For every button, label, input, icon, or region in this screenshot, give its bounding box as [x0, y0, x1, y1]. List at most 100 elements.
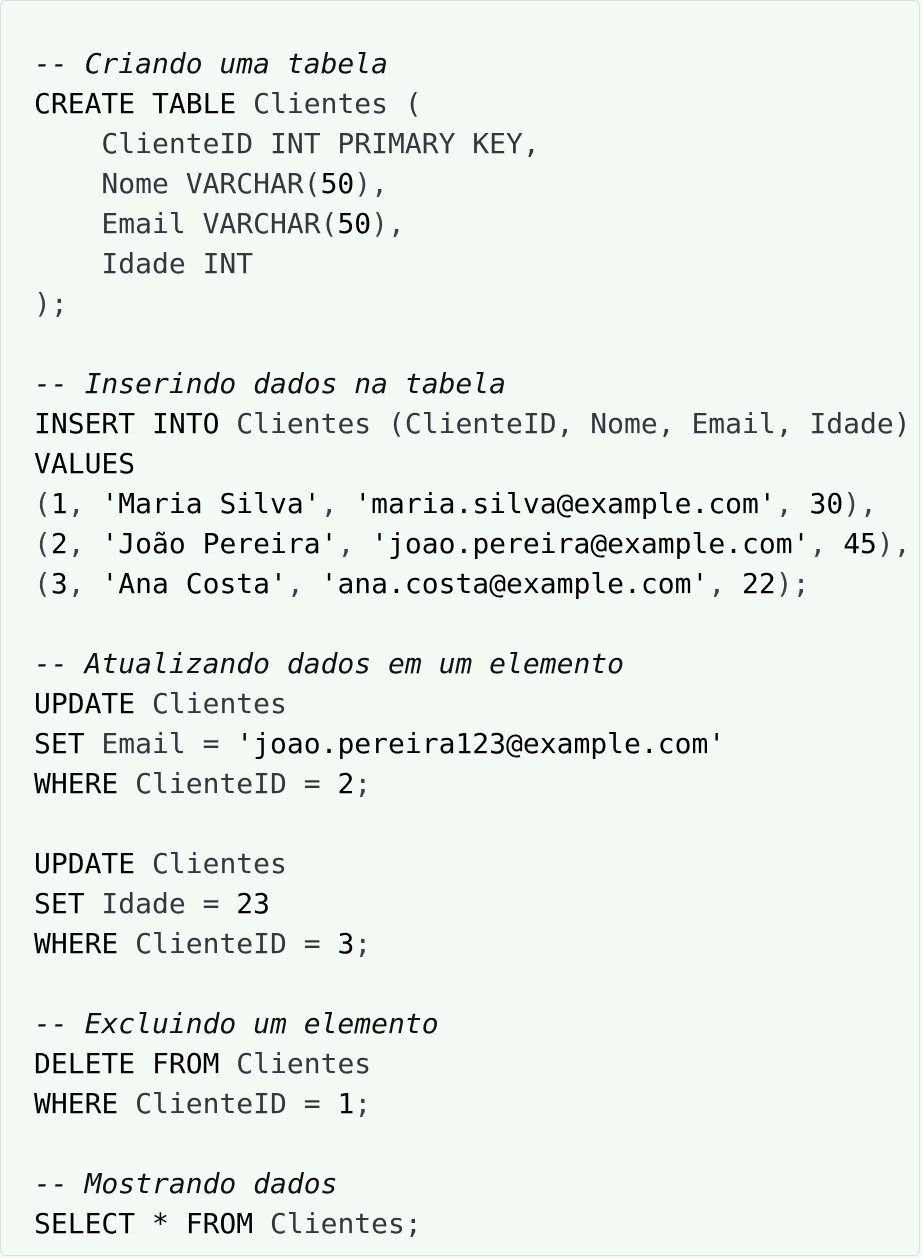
code-comment: -- Criando uma tabela	[34, 47, 389, 80]
code-token: WHERE	[34, 767, 119, 800]
code-line: WHERE ClienteID = 2;	[34, 764, 911, 804]
code-token: INSERT INTO	[34, 407, 220, 440]
code-line: Idade INT	[34, 244, 911, 284]
code-line: DELETE FROM Clientes	[34, 1044, 911, 1084]
code-token: DELETE FROM	[34, 1047, 220, 1080]
sql-code: -- Criando uma tabela CREATE TABLE Client…	[34, 44, 911, 1244]
code-token: Clientes;	[253, 1207, 422, 1240]
code-token: 23	[236, 887, 271, 920]
code-token: 'João Pereira'	[101, 527, 338, 560]
code-token: ClienteID INT PRIMARY KEY,	[34, 127, 540, 160]
code-token: Email =	[84, 727, 237, 760]
code-token: 50	[337, 207, 372, 240]
code-token: Clientes	[135, 847, 287, 880]
code-line: -- Criando uma tabela	[34, 44, 911, 84]
code-token: Clientes	[135, 687, 287, 720]
code-token: VALUES	[34, 447, 136, 480]
code-line: Nome VARCHAR(50),	[34, 164, 911, 204]
code-line: (3, 'Ana Costa', 'ana.costa@example.com'…	[34, 564, 911, 604]
code-line: (2, 'João Pereira', 'joao.pereira@exampl…	[34, 524, 911, 564]
code-token: ),	[371, 207, 405, 240]
code-line: CREATE TABLE Clientes (	[34, 84, 911, 124]
code-token: (	[34, 527, 51, 560]
code-line: INSERT INTO Clientes (ClienteID, Nome, E…	[34, 404, 911, 444]
code-token: UPDATE	[34, 687, 136, 720]
code-line: -- Inserindo dados na tabela	[34, 364, 911, 404]
code-token: ,	[708, 567, 743, 600]
code-token: UPDATE	[34, 847, 136, 880]
code-line: SET Idade = 23	[34, 884, 911, 924]
code-token: ),	[876, 527, 911, 560]
code-token: 'Maria Silva'	[101, 487, 321, 520]
code-token: 1	[337, 1087, 355, 1120]
code-token: ),	[843, 487, 877, 520]
code-line: );	[34, 284, 911, 324]
code-token: ,	[775, 487, 810, 520]
code-line: SELECT * FROM Clientes;	[34, 1204, 911, 1244]
code-token: Clientes (ClienteID, Nome, Email, Idade)	[219, 407, 911, 440]
code-token: 'ana.costa@example.com'	[320, 567, 709, 600]
code-block: -- Criando uma tabela CREATE TABLE Client…	[0, 0, 920, 1256]
code-token: ClienteID =	[118, 767, 338, 800]
code-token: SELECT * FROM	[34, 1207, 254, 1240]
code-line: -- Atualizando dados em um elemento	[34, 644, 911, 684]
code-token: Email VARCHAR(	[34, 207, 338, 240]
code-token: ,	[67, 487, 102, 520]
code-token: Clientes (	[236, 87, 422, 120]
code-token: ,	[286, 567, 321, 600]
code-token: ,	[67, 567, 102, 600]
code-line: Email VARCHAR(50),	[34, 204, 911, 244]
code-token: );	[34, 287, 68, 320]
code-token: ,	[809, 527, 844, 560]
code-comment: -- Atualizando dados em um elemento	[34, 647, 625, 680]
code-line: -- Mostrando dados	[34, 1164, 911, 1204]
code-token: ,	[320, 487, 355, 520]
code-token: ),	[354, 167, 389, 200]
code-token: 1	[50, 487, 68, 520]
code-token: SET	[34, 727, 85, 760]
code-token: ClienteID =	[118, 927, 338, 960]
code-line: SET Email = 'joao.pereira123@example.com…	[34, 724, 911, 764]
code-token: 30	[809, 487, 844, 520]
code-token: ;	[354, 1087, 372, 1120]
code-line: UPDATE Clientes	[34, 684, 911, 724]
code-comment: -- Inserindo dados na tabela	[34, 367, 507, 400]
code-token: Idade =	[84, 887, 237, 920]
code-comment: -- Excluindo um elemento	[34, 1007, 439, 1040]
code-token: Clientes	[219, 1047, 372, 1080]
code-token: WHERE	[34, 1087, 119, 1120]
code-token: 2	[50, 527, 68, 560]
code-line: VALUES	[34, 444, 911, 484]
code-token: SET	[34, 887, 85, 920]
code-token: 22	[742, 567, 776, 600]
code-token: 'Ana Costa'	[101, 567, 287, 600]
code-line: WHERE ClienteID = 3;	[34, 924, 911, 964]
code-token: ClienteID =	[118, 1087, 338, 1120]
code-token: 'joao.pereira123@example.com'	[236, 727, 726, 760]
code-token: WHERE	[34, 927, 119, 960]
code-line: -- Excluindo um elemento	[34, 1004, 911, 1044]
code-token: 'joao.pereira@example.com'	[371, 527, 810, 560]
code-token: 2	[337, 767, 355, 800]
code-token: 3	[337, 927, 355, 960]
code-token: 45	[843, 527, 877, 560]
code-token: 'maria.silva@example.com'	[354, 487, 776, 520]
code-comment: -- Mostrando dados	[34, 1167, 338, 1200]
code-token: 3	[50, 567, 68, 600]
code-token: );	[775, 567, 810, 600]
code-line: ClienteID INT PRIMARY KEY,	[34, 124, 911, 164]
code-line: WHERE ClienteID = 1;	[34, 1084, 911, 1124]
code-token: ,	[337, 527, 372, 560]
code-token: (	[34, 487, 51, 520]
code-token: ;	[354, 927, 372, 960]
code-line: UPDATE Clientes	[34, 844, 911, 884]
code-token: (	[34, 567, 51, 600]
code-token: ;	[354, 767, 372, 800]
code-token: Nome VARCHAR(	[34, 167, 321, 200]
code-token: Idade INT	[34, 247, 254, 280]
